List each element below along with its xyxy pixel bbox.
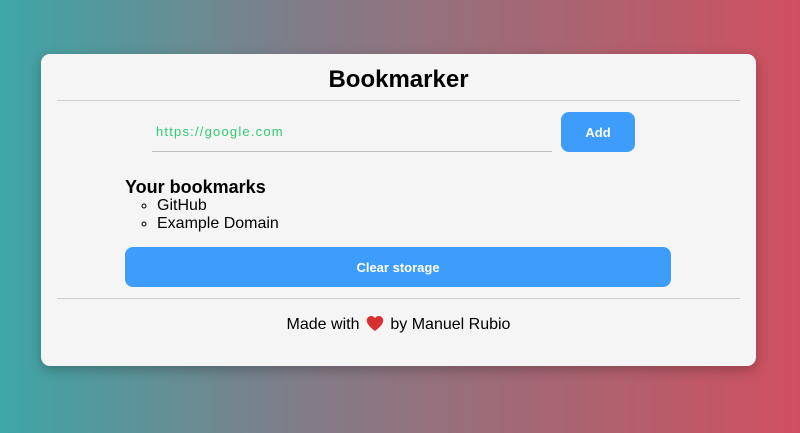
bookmarks-list: GitHub Example Domain	[125, 197, 279, 233]
bookmark-label[interactable]: GitHub	[157, 197, 207, 214]
bookmark-label[interactable]: Example Domain	[157, 215, 279, 232]
add-button[interactable]: Add	[561, 112, 635, 152]
top-divider	[57, 100, 740, 101]
page-title: Bookmarker	[328, 66, 469, 93]
heart-icon	[366, 315, 384, 338]
url-input[interactable]	[152, 112, 552, 152]
footer-prefix: Made with	[286, 316, 360, 333]
footer-suffix: by Manuel Rubio	[390, 316, 511, 333]
bookmarks-heading: Your bookmarks	[125, 177, 266, 197]
bookmarker-card: Bookmarker Add Your bookmarks GitHub Exa…	[41, 54, 756, 366]
bookmark-item[interactable]: Example Domain	[157, 215, 279, 233]
footer: Made with by Manuel Rubio	[41, 315, 756, 338]
bookmark-item[interactable]: GitHub	[157, 197, 279, 215]
clear-storage-button[interactable]: Clear storage	[125, 247, 671, 287]
bottom-divider	[57, 298, 740, 299]
